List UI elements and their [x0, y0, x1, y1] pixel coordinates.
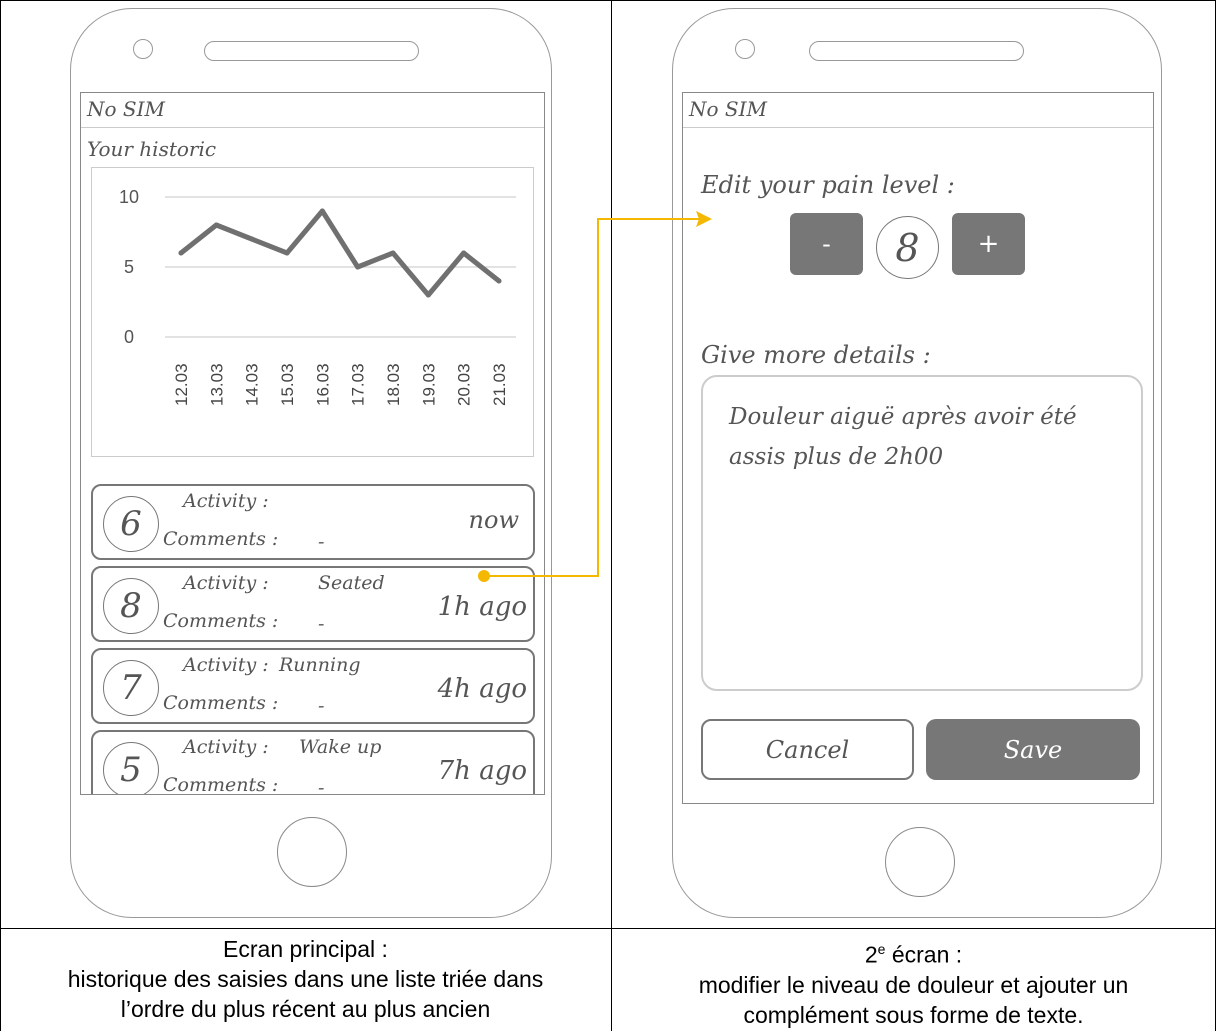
details-label: Give more details :: [701, 341, 931, 369]
data-point: [496, 278, 501, 283]
pain-level-badge: 5: [103, 742, 159, 794]
left-phone-frame: No SIM Your historic 0 5 10 12.03 13.03 14.03…: [70, 8, 552, 918]
x-tick-label: 17.03: [348, 363, 367, 406]
pain-level-label: Edit your pain level :: [701, 171, 955, 199]
right-phone-frame: No SIM Edit your pain level : - 8 + Give…: [672, 8, 1162, 918]
y-tick-label: 5: [123, 257, 133, 277]
left-caption-line2: historique des saisies dans une liste tr…: [67, 966, 544, 992]
pain-level-badge: 6: [103, 496, 159, 552]
left-caption-line1: Ecran principal :: [223, 936, 388, 962]
increase-button[interactable]: +: [952, 213, 1025, 275]
right-screen: No SIM Edit your pain level : - 8 + Give…: [682, 92, 1154, 804]
page-title: Your historic: [87, 137, 217, 161]
status-divider: [81, 127, 544, 128]
data-point: [460, 250, 466, 255]
table-border-middle: [611, 0, 612, 1031]
caption-number: 2: [864, 941, 878, 968]
status-divider: [683, 127, 1153, 128]
table-border-left: [0, 0, 1, 1031]
entry-time: 4h ago: [437, 674, 527, 704]
decrease-button[interactable]: -: [790, 213, 863, 275]
x-tick-label: 18.03: [384, 363, 403, 406]
series-line: [178, 208, 501, 297]
cancel-button[interactable]: Cancel: [701, 719, 914, 780]
y-tick-label: 10: [118, 187, 138, 207]
camera-icon: [735, 39, 755, 59]
x-tick-label: 14.03: [242, 363, 261, 406]
left-caption-line3: l’ordre du plus récent au plus ancien: [120, 996, 491, 1022]
right-caption: 2e écran : modifier le niveau de douleur…: [612, 934, 1215, 1030]
data-point: [248, 236, 254, 241]
left-caption: Ecran principal : historique des saisies…: [0, 934, 611, 1024]
table-border-top: [0, 0, 1216, 1]
activity-label: Activity :: [183, 490, 269, 512]
comments-label: Comments :: [163, 528, 279, 550]
x-tick-label: 13.03: [207, 363, 226, 406]
entry-time: 1h ago: [437, 592, 527, 622]
list-item[interactable]: 7 Activity : Running Comments : - 4h ago: [91, 648, 535, 724]
right-caption-line1: 2e écran :: [612, 934, 1215, 970]
status-bar-text: No SIM: [87, 97, 165, 121]
comments-value: -: [318, 777, 325, 795]
status-bar-text: No SIM: [689, 97, 767, 121]
pain-level-badge: 7: [103, 660, 159, 716]
speaker-icon: [204, 41, 419, 61]
activity-value: Wake up: [299, 736, 382, 758]
save-button[interactable]: Save: [926, 719, 1140, 780]
entry-time: now: [468, 506, 519, 534]
y-tick-label: 0: [123, 327, 133, 347]
pain-level-badge: 8: [103, 578, 159, 634]
x-tick-label: 19.03: [419, 363, 438, 406]
data-point: [354, 264, 360, 269]
x-tick-label: 20.03: [454, 363, 473, 406]
activity-value: Running: [279, 654, 361, 676]
left-screen: No SIM Your historic 0 5 10 12.03 13.03 14.03…: [80, 92, 545, 795]
pain-value-display: 8: [876, 216, 939, 279]
x-tick-label: 12.03: [172, 363, 191, 406]
comments-value: -: [318, 695, 325, 717]
x-tick-label: 16.03: [313, 363, 332, 406]
list-item[interactable]: 6 Activity : Comments : - now: [91, 484, 535, 560]
data-point: [390, 250, 395, 255]
camera-icon: [133, 39, 153, 59]
home-button[interactable]: [277, 817, 347, 887]
details-textarea[interactable]: Douleur aiguë après avoir été assis plus…: [701, 375, 1143, 691]
activity-value: Seated: [318, 572, 385, 594]
comments-label: Comments :: [163, 774, 279, 795]
comments-value: -: [318, 613, 325, 635]
speaker-icon: [809, 41, 1024, 61]
right-caption-line3: complément sous forme de texte.: [743, 1001, 1084, 1028]
history-chart: 0 5 10 12.03 13.03 14.03 15.03 16.03 17.03 18.03 1…: [118, 187, 516, 406]
x-tick-label: 15.03: [278, 363, 297, 406]
data-point: [425, 292, 431, 297]
x-tick-label: 21.03: [490, 363, 509, 406]
activity-label: Activity :: [183, 736, 269, 758]
details-text: Douleur aiguë après avoir été assis plus…: [729, 404, 1077, 470]
comments-label: Comments :: [163, 610, 279, 632]
list-item[interactable]: 5 Activity : Wake up Comments : - 7h ago: [91, 730, 535, 795]
list-item[interactable]: 8 Activity : Seated Comments : - 1h ago: [91, 566, 535, 642]
data-point: [319, 208, 325, 213]
table-border-row: [0, 928, 1216, 929]
caption-text: écran :: [885, 941, 963, 968]
activity-label: Activity :: [183, 654, 269, 676]
activity-label: Activity :: [183, 572, 269, 594]
comments-value: -: [318, 531, 325, 553]
right-caption-line2: modifier le niveau de douleur et ajouter…: [698, 971, 1129, 998]
home-button[interactable]: [885, 827, 955, 897]
data-point: [284, 250, 289, 255]
comments-label: Comments :: [163, 692, 279, 714]
data-point: [178, 250, 183, 255]
data-point: [213, 222, 219, 227]
chart-panel: 0 5 10 12.03 13.03 14.03 15.03 16.03 17.03 18.03 1…: [91, 167, 534, 457]
entry-time: 7h ago: [437, 756, 527, 786]
